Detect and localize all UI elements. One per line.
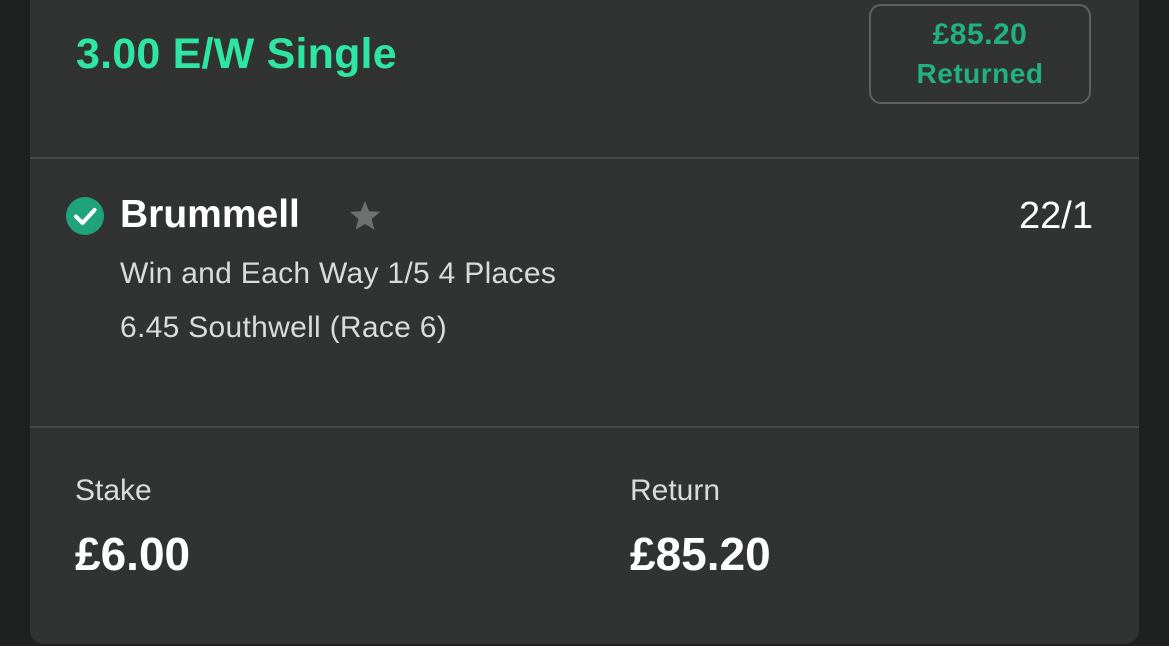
selection-race: 6.45 Southwell (Race 6) — [120, 311, 448, 344]
return-value: £85.20 — [630, 528, 771, 580]
selection-market: Win and Each Way 1/5 4 Places — [120, 257, 557, 290]
selection-odds: 22/1 — [1019, 195, 1093, 237]
stake-value: £6.00 — [75, 528, 191, 580]
bet-title: 3.00 E/W Single — [76, 30, 397, 78]
selection-name: Brummell — [120, 193, 300, 236]
bet-header: 3.00 E/W Single £85.20 Returned — [30, 0, 1139, 137]
returned-amount: £85.20 — [932, 18, 1028, 51]
returned-label: Returned — [916, 58, 1044, 89]
selection-divider — [30, 426, 1139, 428]
returned-badge: £85.20 Returned — [869, 4, 1091, 104]
stake-label: Stake — [75, 474, 152, 507]
bet-card: 3.00 E/W Single £85.20 Returned Brummell… — [30, 0, 1139, 644]
bet-summary: Stake £6.00 Return £85.20 — [30, 429, 1139, 644]
check-circle-icon — [66, 197, 104, 235]
selection-row: Brummell 22/1 Win and Each Way 1/5 4 Pla… — [30, 159, 1139, 429]
star-icon[interactable] — [346, 197, 384, 235]
return-label: Return — [630, 474, 721, 507]
